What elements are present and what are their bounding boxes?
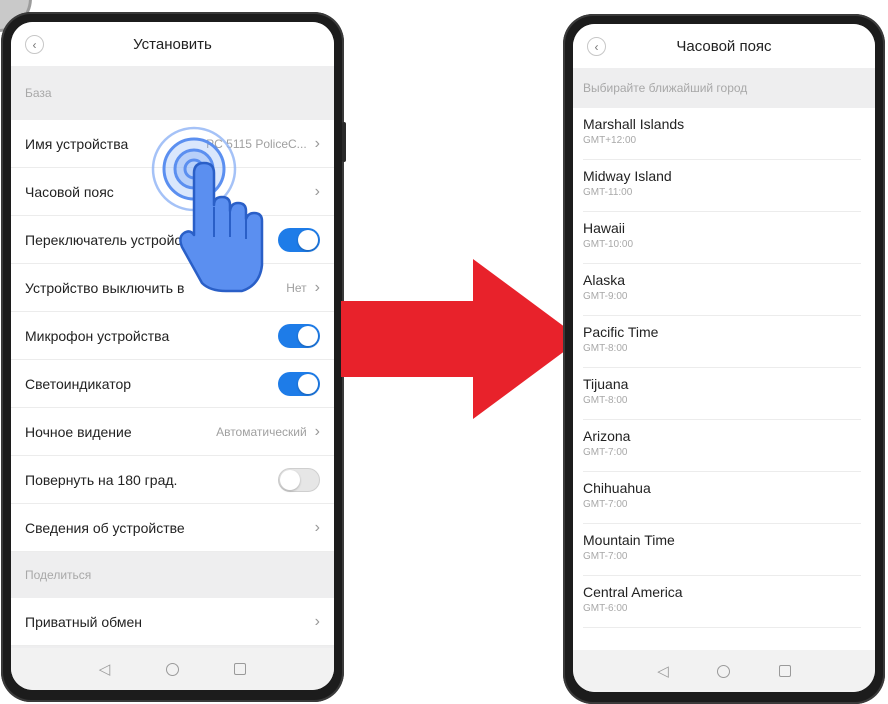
timezone-name: Midway Island — [583, 168, 672, 184]
power-button — [342, 122, 346, 162]
list-item[interactable]: Mountain Time GMT-7:00 — [583, 524, 861, 576]
timezone-offset: GMT-10:00 — [583, 239, 634, 250]
phone-left: ‹ Установить База Имя устройства PC 5115… — [1, 12, 346, 702]
row-label: Переключатель устройства — [25, 231, 203, 248]
timezone-offset: GMT+12:00 — [583, 135, 637, 146]
row-private-share[interactable]: Приватный обмен › — [11, 598, 334, 646]
row-timezone[interactable]: Часовой пояс › — [11, 168, 334, 216]
settings-screen: ‹ Установить База Имя устройства PC 5115… — [11, 22, 334, 690]
chevron-left-icon: ‹ — [32, 37, 37, 52]
status-led-toggle[interactable] — [278, 371, 320, 396]
timezone-offset: GMT-9:00 — [583, 291, 628, 302]
section-header-base: База — [11, 66, 334, 120]
list-item[interactable]: Arizona GMT-7:00 — [583, 420, 861, 472]
timezone-offset: GMT-7:00 — [583, 499, 628, 510]
row-device-switch: Переключатель устройства — [11, 216, 334, 264]
system-nav-bar: ◁ — [11, 648, 334, 690]
timezone-name: Central America — [583, 584, 683, 600]
timezone-offset: GMT-8:00 — [583, 343, 628, 354]
timezone-name: Alaska — [583, 272, 626, 288]
row-label: Сведения об устройстве — [25, 519, 185, 536]
row-label: Ночное видение — [25, 423, 132, 440]
chevron-right-icon: › — [314, 278, 320, 296]
row-label: Повернуть на 180 град. — [25, 471, 178, 488]
timezone-offset: GMT-11:00 — [583, 187, 633, 198]
list-item[interactable]: Hawaii GMT-10:00 — [583, 212, 861, 264]
row-label: Светоиндикатор — [25, 375, 132, 392]
chevron-left-icon: ‹ — [594, 39, 599, 54]
nav-back-button[interactable]: ◁ — [99, 660, 111, 678]
timezone-topbar: ‹ Часовой пояс — [573, 24, 875, 68]
row-night-vision[interactable]: Ночное видение Автоматический › — [11, 408, 334, 456]
right-arrow-icon — [341, 259, 581, 419]
page-title: Установить — [133, 35, 212, 53]
timezone-name: Tijuana — [583, 376, 629, 392]
row-device-info[interactable]: Сведения об устройстве › — [11, 504, 334, 552]
section-label: База — [25, 86, 52, 100]
timezone-list: Marshall Islands GMT+12:00 Midway Island… — [573, 108, 875, 628]
list-item[interactable]: Central America GMT-6:00 — [583, 576, 861, 628]
row-status-led: Светоиндикатор — [11, 360, 334, 408]
row-value: Нет — [286, 280, 307, 295]
row-label: Часовой пояс — [25, 183, 114, 200]
back-button[interactable]: ‹ — [25, 35, 44, 54]
list-item[interactable]: Marshall Islands GMT+12:00 — [583, 108, 861, 160]
timezone-name: Pacific Time — [583, 324, 659, 340]
row-device-name[interactable]: Имя устройства PC 5115 PoliceC... › — [11, 120, 334, 168]
nav-home-button[interactable] — [165, 662, 179, 676]
timezone-offset: GMT-7:00 — [583, 551, 628, 562]
timezone-name: Marshall Islands — [583, 116, 685, 132]
phone-right: ‹ Часовой пояс Выбирайте ближайший город… — [563, 14, 885, 704]
chevron-right-icon: › — [314, 182, 320, 200]
timezone-screen: ‹ Часовой пояс Выбирайте ближайший город… — [573, 24, 875, 692]
row-label: Микрофон устройства — [25, 327, 170, 344]
row-label: Имя устройства — [25, 135, 129, 152]
row-device-off-at[interactable]: Устройство выключить в Нет › — [11, 264, 334, 312]
chevron-right-icon: › — [314, 134, 320, 152]
settings-topbar: ‹ Установить — [11, 22, 334, 66]
page-title: Часовой пояс — [676, 37, 772, 55]
row-rotate-180: Повернуть на 180 град. — [11, 456, 334, 504]
timezone-name: Chihuahua — [583, 480, 651, 496]
nav-recent-button[interactable] — [234, 663, 247, 675]
row-value: PC 5115 PoliceC... — [206, 136, 307, 151]
timezone-name: Mountain Time — [583, 532, 675, 548]
timezone-offset: GMT-7:00 — [583, 447, 628, 458]
list-item[interactable]: Alaska GMT-9:00 — [583, 264, 861, 316]
hint-label: Выбирайте ближайший город — [583, 81, 748, 95]
timezone-offset: GMT-6:00 — [583, 603, 628, 614]
section-label: Поделиться — [25, 568, 92, 582]
nav-home-button[interactable] — [717, 664, 731, 678]
timezone-name: Hawaii — [583, 220, 626, 236]
system-nav-bar: ◁ — [573, 650, 875, 692]
timezone-hint: Выбирайте ближайший город — [573, 68, 875, 108]
row-value: Автоматический — [216, 424, 307, 439]
nav-recent-button[interactable] — [778, 665, 791, 677]
rotate-toggle[interactable] — [278, 467, 320, 492]
timezone-name: Arizona — [583, 428, 631, 444]
list-item[interactable]: Chihuahua GMT-7:00 — [583, 472, 861, 524]
list-item[interactable]: Tijuana GMT-8:00 — [583, 368, 861, 420]
list-item[interactable]: Pacific Time GMT-8:00 — [583, 316, 861, 368]
row-label: Приватный обмен — [25, 613, 142, 630]
back-button[interactable]: ‹ — [587, 37, 606, 56]
timezone-offset: GMT-8:00 — [583, 395, 628, 406]
row-label: Устройство выключить в — [25, 279, 185, 296]
chevron-right-icon: › — [314, 422, 320, 440]
device-switch-toggle[interactable] — [278, 227, 320, 252]
row-microphone: Микрофон устройства — [11, 312, 334, 360]
microphone-toggle[interactable] — [278, 323, 320, 348]
nav-back-button[interactable]: ◁ — [657, 662, 669, 680]
chevron-right-icon: › — [314, 518, 320, 536]
list-item[interactable]: Midway Island GMT-11:00 — [583, 160, 861, 212]
section-header-share: Поделиться — [11, 552, 334, 598]
chevron-right-icon: › — [314, 612, 320, 630]
